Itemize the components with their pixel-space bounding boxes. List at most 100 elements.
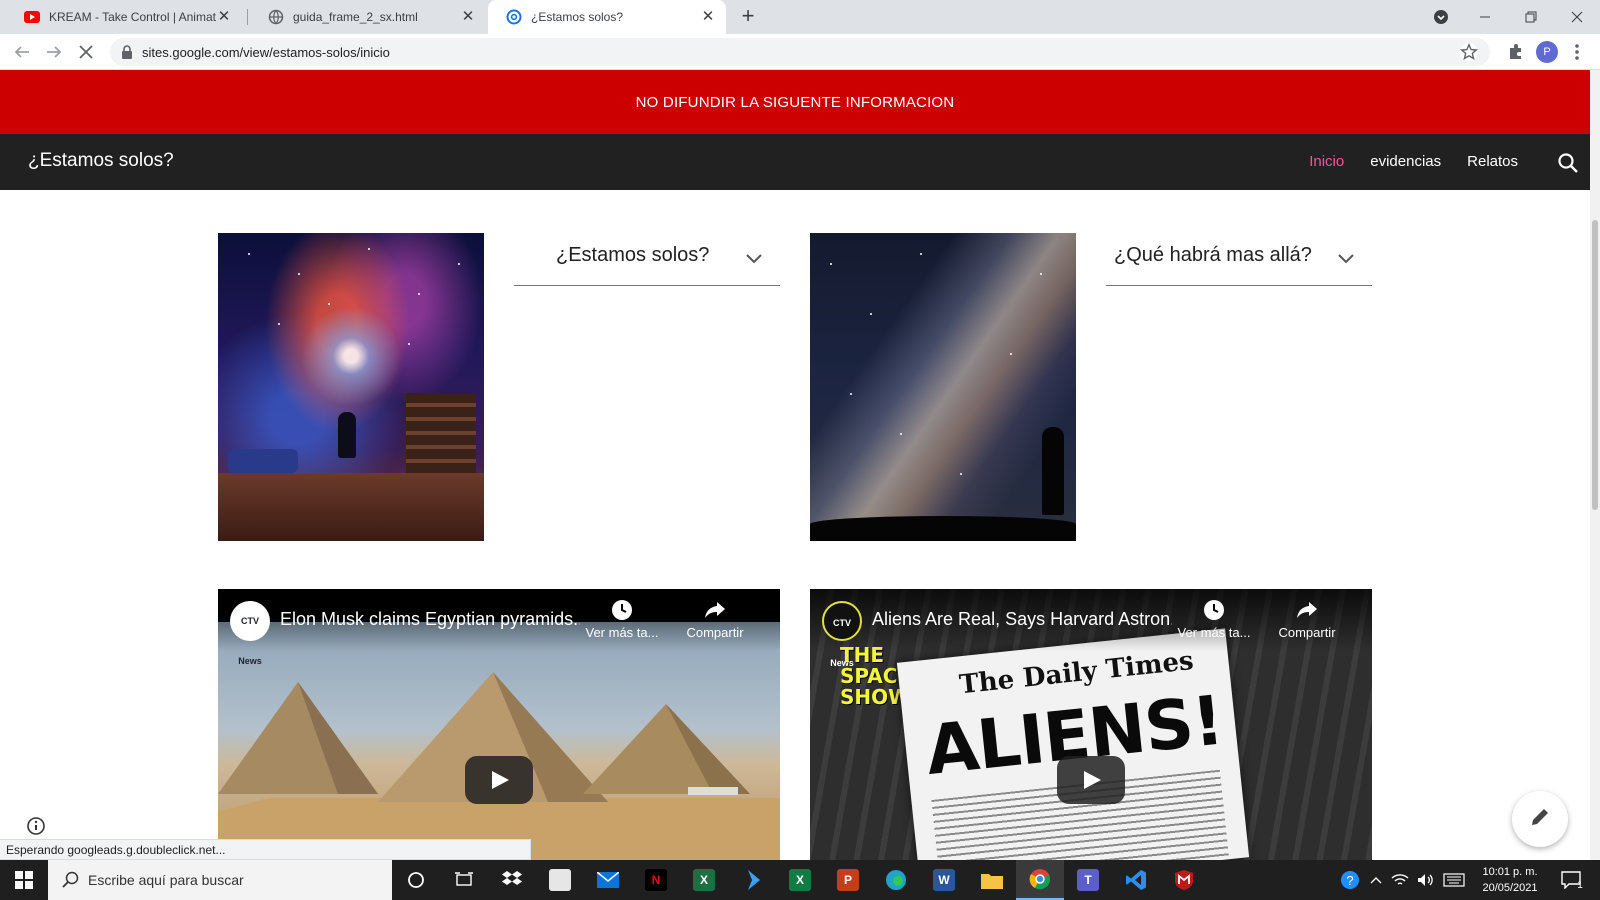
watch-later-label: Ver más ta...	[585, 625, 659, 640]
taskbar-search-box[interactable]: Escribe aquí para buscar	[48, 860, 392, 900]
pyramids-thumbnail	[218, 622, 780, 860]
watch-later-button[interactable]: Ver más ta...	[1174, 599, 1254, 640]
share-icon	[704, 599, 726, 621]
globe-icon	[268, 9, 284, 25]
clock-time: 10:01 p. m.	[1482, 866, 1538, 878]
close-window-icon[interactable]	[1554, 0, 1600, 34]
channel-avatar[interactable]: CTV News	[822, 601, 862, 668]
wooden-floor	[218, 473, 484, 541]
nav-item-evidencias[interactable]: evidencias	[1370, 153, 1441, 170]
excel-icon[interactable]: X	[776, 860, 824, 900]
powerpoint-icon[interactable]: P	[824, 860, 872, 900]
help-icon[interactable]: ?	[1336, 860, 1364, 900]
notification-center-icon[interactable]: 1	[1552, 860, 1592, 900]
milky-way-image	[810, 233, 1076, 541]
channel-avatar[interactable]: CTV News	[230, 601, 270, 666]
address-bar[interactable]: sites.google.com/view/estamos-solos/inic…	[110, 38, 1490, 66]
browser-menu-icon[interactable]	[1574, 42, 1584, 64]
play-button[interactable]	[465, 756, 533, 804]
taskbar-clock[interactable]: 10:01 p. m. 20/05/2021	[1472, 864, 1548, 896]
profile-avatar[interactable]: P	[1536, 41, 1558, 63]
tab-search-icon[interactable]	[1418, 0, 1464, 34]
bookmark-star-icon[interactable]	[1459, 43, 1479, 61]
dropbox-icon[interactable]	[488, 860, 536, 900]
tab-title: ¿Estamos solos?	[531, 10, 624, 24]
tab-separator	[247, 9, 248, 25]
svg-text:?: ?	[1346, 873, 1353, 888]
mail-icon[interactable]	[584, 860, 632, 900]
pencil-icon	[1529, 806, 1551, 833]
word-icon[interactable]: W	[920, 860, 968, 900]
microsoft-store-icon[interactable]	[536, 860, 584, 900]
taskbar-search-placeholder: Escribe aquí para buscar	[88, 872, 244, 888]
site-title[interactable]: ¿Estamos solos?	[28, 150, 174, 172]
youtube-embed-aliens[interactable]: THE SPACE SHOW The Daily Times ALIENS! C…	[810, 589, 1372, 860]
netflix-icon[interactable]: N	[632, 860, 680, 900]
tab-youtube[interactable]: KREAM - Take Control | Animated ✕	[6, 0, 242, 34]
vscode-icon[interactable]	[1112, 860, 1160, 900]
power-automate-icon[interactable]	[728, 860, 776, 900]
edit-button[interactable]	[1512, 791, 1568, 847]
video-title[interactable]: Elon Musk claims Egyptian pyramids...	[280, 609, 580, 630]
horizon-ground	[810, 516, 1076, 541]
wifi-icon[interactable]	[1388, 860, 1412, 900]
keyboard-icon[interactable]	[1440, 860, 1468, 900]
url-text[interactable]: sites.google.com/view/estamos-solos/inic…	[142, 45, 390, 60]
announcement-banner: NO DIFUNDIR LA SIGUENTE INFORMACION	[0, 70, 1590, 134]
scrollbar-thumb[interactable]	[1592, 220, 1598, 510]
cosmic-bedroom-image	[218, 233, 484, 541]
browser-status-bar: Esperando googleads.g.doubleclick.net...	[0, 839, 531, 860]
info-icon[interactable]	[26, 816, 46, 836]
tab-strip: KREAM - Take Control | Animated ✕ guida_…	[0, 0, 1600, 34]
share-button[interactable]: Compartir	[1267, 599, 1347, 640]
excel-icon[interactable]: X	[680, 860, 728, 900]
tab-guida[interactable]: guida_frame_2_sx.html ✕	[250, 0, 486, 34]
close-tab-icon[interactable]: ✕	[460, 9, 476, 25]
minimize-icon[interactable]	[1462, 0, 1508, 34]
status-text: Esperando googleads.g.doubleclick.net...	[6, 843, 226, 857]
forward-arrow-icon[interactable]	[42, 40, 66, 64]
share-icon	[1296, 599, 1318, 621]
file-explorer-icon[interactable]	[968, 860, 1016, 900]
site-header: ¿Estamos solos? Inicio evidencias Relato…	[0, 134, 1590, 190]
dropdown-estamos-solos[interactable]: ¿Estamos solos?	[514, 230, 780, 286]
play-button[interactable]	[1057, 756, 1125, 804]
close-tab-icon[interactable]: ✕	[216, 9, 232, 25]
tab-estamos-solos[interactable]: ¿Estamos solos? ✕	[488, 0, 726, 34]
teams-icon[interactable]: T	[1064, 860, 1112, 900]
close-tab-icon[interactable]: ✕	[700, 9, 716, 25]
windows-start-button[interactable]	[0, 860, 48, 900]
task-view-icon[interactable]	[440, 860, 488, 900]
extensions-puzzle-icon[interactable]	[1506, 42, 1526, 62]
edge-icon[interactable]	[872, 860, 920, 900]
site-nav: Inicio evidencias Relatos	[1309, 153, 1518, 170]
nav-item-relatos[interactable]: Relatos	[1467, 153, 1518, 170]
browser-toolbar: sites.google.com/view/estamos-solos/inic…	[0, 34, 1600, 70]
share-label: Compartir	[1278, 625, 1336, 640]
search-icon[interactable]	[1557, 152, 1579, 174]
mcafee-icon[interactable]	[1160, 860, 1208, 900]
windows-taskbar: Escribe aquí para buscar N X X P W T ? 1…	[0, 860, 1600, 900]
share-button[interactable]: Compartir	[675, 599, 755, 640]
tab-title: KREAM - Take Control | Animated	[49, 10, 216, 24]
youtube-icon	[24, 9, 40, 25]
cortana-icon[interactable]	[392, 860, 440, 900]
page-viewport: NO DIFUNDIR LA SIGUENTE INFORMACION ¿Est…	[0, 70, 1590, 860]
dropdown-que-habra[interactable]: ¿Qué habrá mas allá?	[1106, 230, 1372, 286]
youtube-embed-pyramids[interactable]: CTV News Elon Musk claims Egyptian pyram…	[218, 589, 780, 860]
video-title[interactable]: Aliens Are Real, Says Harvard Astron...	[872, 609, 1172, 630]
page-scrollbar[interactable]	[1590, 70, 1600, 860]
nav-item-inicio[interactable]: Inicio	[1309, 153, 1344, 170]
stop-loading-icon[interactable]	[74, 40, 98, 64]
new-tab-button[interactable]: +	[736, 5, 760, 29]
person-silhouette	[1042, 427, 1064, 515]
chevron-up-icon[interactable]	[1366, 860, 1386, 900]
lock-icon[interactable]	[120, 44, 134, 60]
volume-icon[interactable]	[1414, 860, 1438, 900]
restore-icon[interactable]	[1508, 0, 1554, 34]
dropdown-label: ¿Estamos solos?	[556, 244, 710, 266]
watch-later-button[interactable]: Ver más ta...	[582, 599, 662, 640]
chrome-icon[interactable]	[1016, 860, 1064, 900]
back-arrow-icon[interactable]	[10, 40, 34, 64]
dropdown-label: ¿Qué habrá mas allá?	[1114, 244, 1312, 266]
